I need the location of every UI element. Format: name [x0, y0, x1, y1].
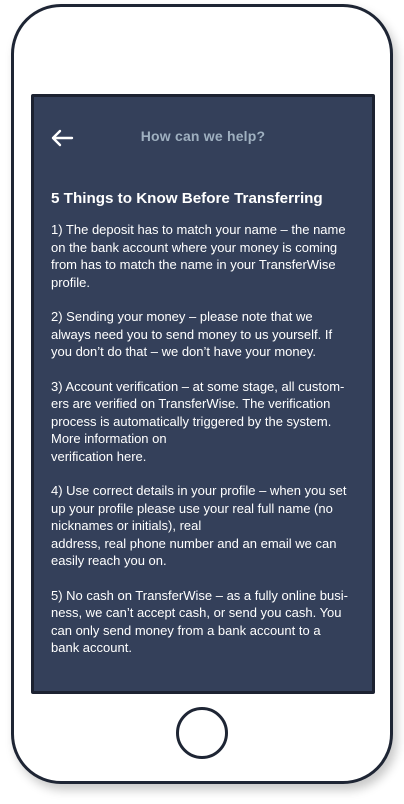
- paragraph-line: always need you to send money to us your…: [51, 326, 333, 342]
- article-paragraph-3: 3) Account verification – at some stage,…: [51, 378, 357, 466]
- article-paragraph-5: 5) No cash on TransferWise – as a fully …: [51, 587, 357, 657]
- paragraph-line: 3) Account verification – at some stage,…: [51, 378, 345, 394]
- paragraph-line: verification here.: [51, 448, 147, 464]
- article-paragraph-4: 4) Use correct details in your profile –…: [51, 482, 357, 570]
- paragraph-line: ness, we can’t accept cash, or send you …: [51, 605, 342, 620]
- page-title: How can we help?: [140, 128, 266, 144]
- app-header: How can we help?: [34, 97, 372, 177]
- paragraph-line: bank account.: [51, 640, 132, 655]
- paragraph-line: you don’t do that – we don’t have your m…: [51, 344, 316, 359]
- article-paragraph-2: 2) Sending your money – please note that…: [51, 308, 357, 361]
- paragraph-line: can only send money from a bank account …: [51, 622, 321, 638]
- article-heading: 5 Things to Know Before Transferring: [51, 190, 323, 207]
- paragraph-line: ers are verified on TransferWise. The ve…: [51, 396, 331, 411]
- paragraph-line: nicknames or initials), real: [51, 518, 202, 533]
- paragraph-line: profile.: [51, 274, 91, 290]
- paragraph-line: on the bank account where your money is …: [51, 239, 338, 255]
- paragraph-line: More information on: [51, 431, 167, 446]
- app-screen: How can we help? 5 Things to Know Before…: [31, 94, 375, 694]
- paragraph-line: process is automatically triggered by th…: [51, 413, 332, 429]
- home-button[interactable]: [176, 707, 228, 759]
- paragraph-line: 1) The deposit has to match your name – …: [51, 222, 346, 237]
- paragraph-line: 5) No cash on TransferWise – as a fully …: [51, 587, 348, 603]
- paragraph-line: 4) Use correct details in your profile –…: [51, 483, 347, 498]
- paragraph-line: 2) Sending your money – please note that…: [51, 309, 313, 324]
- paragraph-line: up your profile please use your real ful…: [51, 500, 333, 516]
- paragraph-line: from has to match the name in your Trans…: [51, 257, 336, 272]
- help-article: 5 Things to Know Before Transferring 1) …: [51, 189, 357, 674]
- paragraph-line: easily reach you on.: [51, 553, 167, 568]
- paragraph-line: address, real phone number and an email …: [51, 535, 337, 551]
- article-paragraph-1: 1) The deposit has to match your name – …: [51, 221, 357, 291]
